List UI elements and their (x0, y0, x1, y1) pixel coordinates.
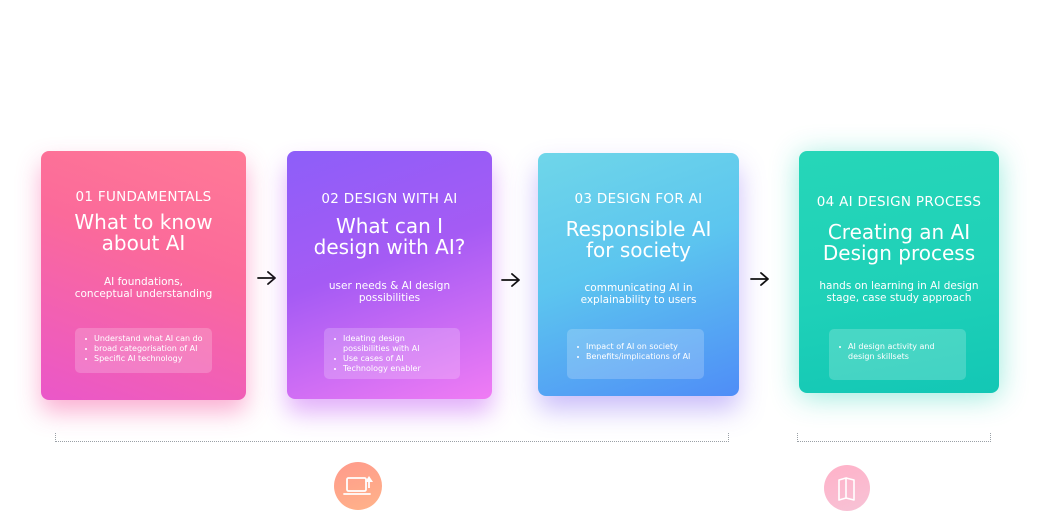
card-bullets-box: Understand what AI can do broad categori… (75, 328, 212, 373)
laptop-upload-icon (343, 476, 373, 495)
bullet-item: Impact of AI on society (575, 342, 698, 352)
bullet-item: Specific AI technology (83, 354, 206, 364)
card-description: AI foundations, conceptual understanding (74, 276, 213, 300)
card-title: Responsible AI for society (565, 217, 712, 262)
card-label: 04 AI DESIGN PROCESS (816, 194, 982, 210)
card-title: What to know about AI (74, 210, 213, 255)
bullet-item: broad categorisation of AI (83, 344, 206, 354)
bullet-item: Use cases of AI (332, 354, 454, 364)
book-icon (838, 477, 855, 501)
bullet-item: Understand what AI can do (83, 334, 206, 344)
card-description: hands on learning in AI design stage, ca… (819, 280, 979, 304)
arrow-right-icon (501, 273, 520, 287)
group-bracket (797, 433, 991, 442)
card-description: communicating AI in explainability to us… (580, 282, 697, 306)
card-title: What can I design with AI? (313, 214, 466, 259)
card-bullets-box: AI design activity and design skillsets (829, 329, 966, 380)
bullet-item: AI design activity and design skillsets (837, 342, 960, 362)
card-fundamentals: 01 FUNDAMENTALS What to know about AI AI… (41, 151, 246, 400)
card-bullets-box: Impact of AI on society Benefits/implica… (567, 329, 704, 379)
book-badge (824, 465, 870, 511)
card-title: Creating an AI Design process (822, 220, 976, 265)
group-bracket (55, 433, 729, 442)
bullet-item: Technology enabler (332, 364, 454, 374)
arrow-right-icon (257, 271, 276, 285)
card-bullets-box: Ideating design possibilities with AI Us… (324, 328, 460, 379)
laptop-upload-badge (334, 462, 382, 510)
bullet-item: Benefits/implications of AI (575, 352, 698, 362)
card-label: 02 DESIGN WITH AI (321, 191, 458, 207)
card-label: 03 DESIGN FOR AI (574, 191, 703, 207)
arrow-right-icon (750, 272, 769, 286)
card-description: user needs & AI design possibilities (328, 280, 451, 304)
card-design-with-ai: 02 DESIGN WITH AI What can I design with… (287, 151, 492, 399)
card-ai-design-process: 04 AI DESIGN PROCESS Creating an AI Desi… (799, 151, 999, 393)
card-design-for-ai: 03 DESIGN FOR AI Responsible AI for soci… (538, 153, 739, 396)
card-label: 01 FUNDAMENTALS (75, 189, 212, 205)
bullet-item: Ideating design possibilities with AI (332, 334, 454, 354)
